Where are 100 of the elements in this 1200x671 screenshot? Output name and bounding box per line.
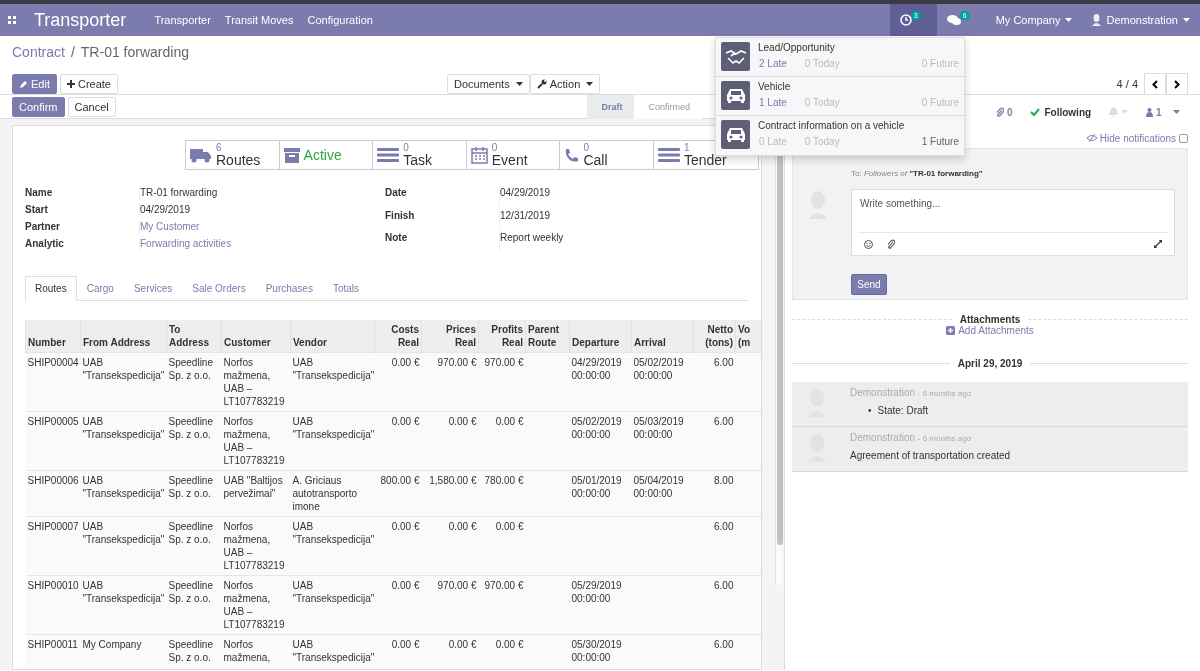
column-header[interactable]: Vendor [290,320,375,353]
table-cell: UAB "Transekspedicija" [82,357,165,381]
table-cell: 970.00 € [437,580,477,591]
dropdown-button[interactable]: Action [529,74,601,94]
user-menu[interactable]: Demonstration [1082,4,1200,36]
table-cell: 05/02/2019 00:00:00 [571,416,622,440]
breadcrumb-link[interactable]: Contract [12,44,65,66]
send-button[interactable]: Send [851,273,887,295]
table-cell: 0.00 € [495,416,524,427]
field-link[interactable]: My Customer [139,220,385,234]
edit-button[interactable]: Edit [12,74,57,94]
tab[interactable]: Routes [25,276,77,301]
column-header[interactable]: To Address [166,320,222,353]
person-icon [1146,107,1154,117]
company-switcher[interactable]: My Company [985,4,1083,36]
stat-count: 0 [491,143,499,153]
stat-label: Active [303,147,342,163]
emoji-icon[interactable] [864,239,873,249]
followers-button[interactable]: 1 [1146,106,1180,118]
attachment-count[interactable]: 0 [995,106,1013,118]
create-button[interactable]: Create [59,74,118,94]
plus-icon [66,80,75,88]
field-link[interactable]: Forwarding activities [139,237,385,251]
table-cell: Norfos mažmena, [223,639,271,663]
table-cell: 0.00 € [391,639,420,650]
chat-bubbles-icon [946,14,961,26]
table-cell: Speedline Sp. z o.o. [168,475,213,499]
column-header[interactable]: Netto (tons) [693,320,736,353]
table-cell: 0.00 € [391,580,420,591]
dropdown-button[interactable]: Documents [447,74,530,94]
table-cell: 05/29/2019 00:00:00 [571,580,622,604]
table-cell: 05/04/2019 00:00:00 [633,475,684,499]
cancel-button[interactable]: Cancel [67,96,116,117]
calendar-icon [470,146,488,164]
next-button[interactable] [1166,73,1188,95]
column-header[interactable]: Customer [221,320,291,353]
paperclip-icon[interactable] [887,239,895,250]
column-header[interactable]: Number [25,320,81,353]
table-cell: 6.00 [714,416,734,427]
following-button[interactable]: Following [1030,106,1092,118]
phone-icon [564,147,580,163]
menu-item[interactable]: Configuration [307,14,373,26]
menu-item[interactable]: Transporter [154,14,211,26]
table-cell: Speedline Sp. z o.o. [168,416,213,440]
plus-square-icon [946,326,956,335]
table-cell: Speedline Sp. z o.o. [168,639,213,663]
activity-count[interactable]: 1 Late [759,97,787,108]
bullet-icon: • [868,405,872,420]
activity-count[interactable]: 2 Late [759,58,787,69]
menu-item[interactable]: Transit Moves [224,14,294,26]
checkbox[interactable] [1179,133,1188,143]
activity-count[interactable]: 1 Future [921,136,959,147]
message-box[interactable]: Write something... [851,189,1175,257]
table-cell: 6.00 [714,357,734,368]
status-stage[interactable]: Draft [587,95,635,119]
chevron-left-icon [1152,79,1158,89]
column-header[interactable]: Profits Real [478,320,526,353]
table-cell: UAB "Transekspedicija" [82,580,165,604]
field-value: TR-01 forwarding [139,186,385,200]
column-header[interactable]: Prices Real [421,320,479,353]
table-cell: 0.00 € [391,416,420,427]
table-cell: 05/30/2019 00:00:00 [571,639,622,663]
table-cell: 800.00 € [380,475,420,486]
column-header[interactable]: Vo (m [735,320,761,353]
table-cell: UAB "Baltijos pervežimai" [223,475,283,499]
activity-name: Lead/Opportunity [758,42,836,53]
apps-menu-icon[interactable] [8,16,16,24]
column-header[interactable]: Costs Real [374,320,422,353]
confirm-button[interactable]: Confirm [12,96,65,117]
tab[interactable]: Purchases [255,276,323,301]
table-cell: 05/01/2019 00:00:00 [571,475,622,499]
tracking-value: State: Draft [877,405,929,418]
field-value: 04/29/2019 [499,186,745,206]
table-cell: 04/29/2019 00:00:00 [571,357,622,381]
table-cell: UAB "Transekspedicija" [292,521,375,545]
hide-notifications-link[interactable]: Hide notifications [1086,132,1176,144]
message-body: Agreement of transportation created [850,450,1012,463]
tab[interactable]: Sale Orders [182,276,256,301]
column-header[interactable]: Departure [569,320,632,353]
field-label: Name [25,186,54,200]
previous-button[interactable] [1144,73,1166,95]
stat-label: Tender [683,153,727,167]
table-cell: Speedline Sp. z o.o. [168,580,213,604]
stat-count: 0 [403,143,410,153]
column-header[interactable]: From Address [80,320,167,353]
activity-name: Contract information on a vehicle [758,120,906,131]
tab[interactable]: Services [123,276,183,301]
add-attachments-link[interactable]: Add Attachments [946,325,1034,336]
tab[interactable]: Totals [322,276,370,301]
stat-count: 6 [216,143,223,153]
table-cell: 8.00 [714,475,734,486]
expand-icon[interactable] [1154,240,1162,249]
table-cell: 6.00 [714,639,734,650]
caret-icon [1183,18,1190,22]
tab[interactable]: Cargo [76,276,124,301]
table-cell: SHIP00004 [27,357,79,368]
column-header[interactable]: Parent Route [525,320,570,353]
user-avatar-icon [1092,14,1102,26]
column-header[interactable]: Arrival [631,320,694,353]
archive-icon [283,147,300,163]
